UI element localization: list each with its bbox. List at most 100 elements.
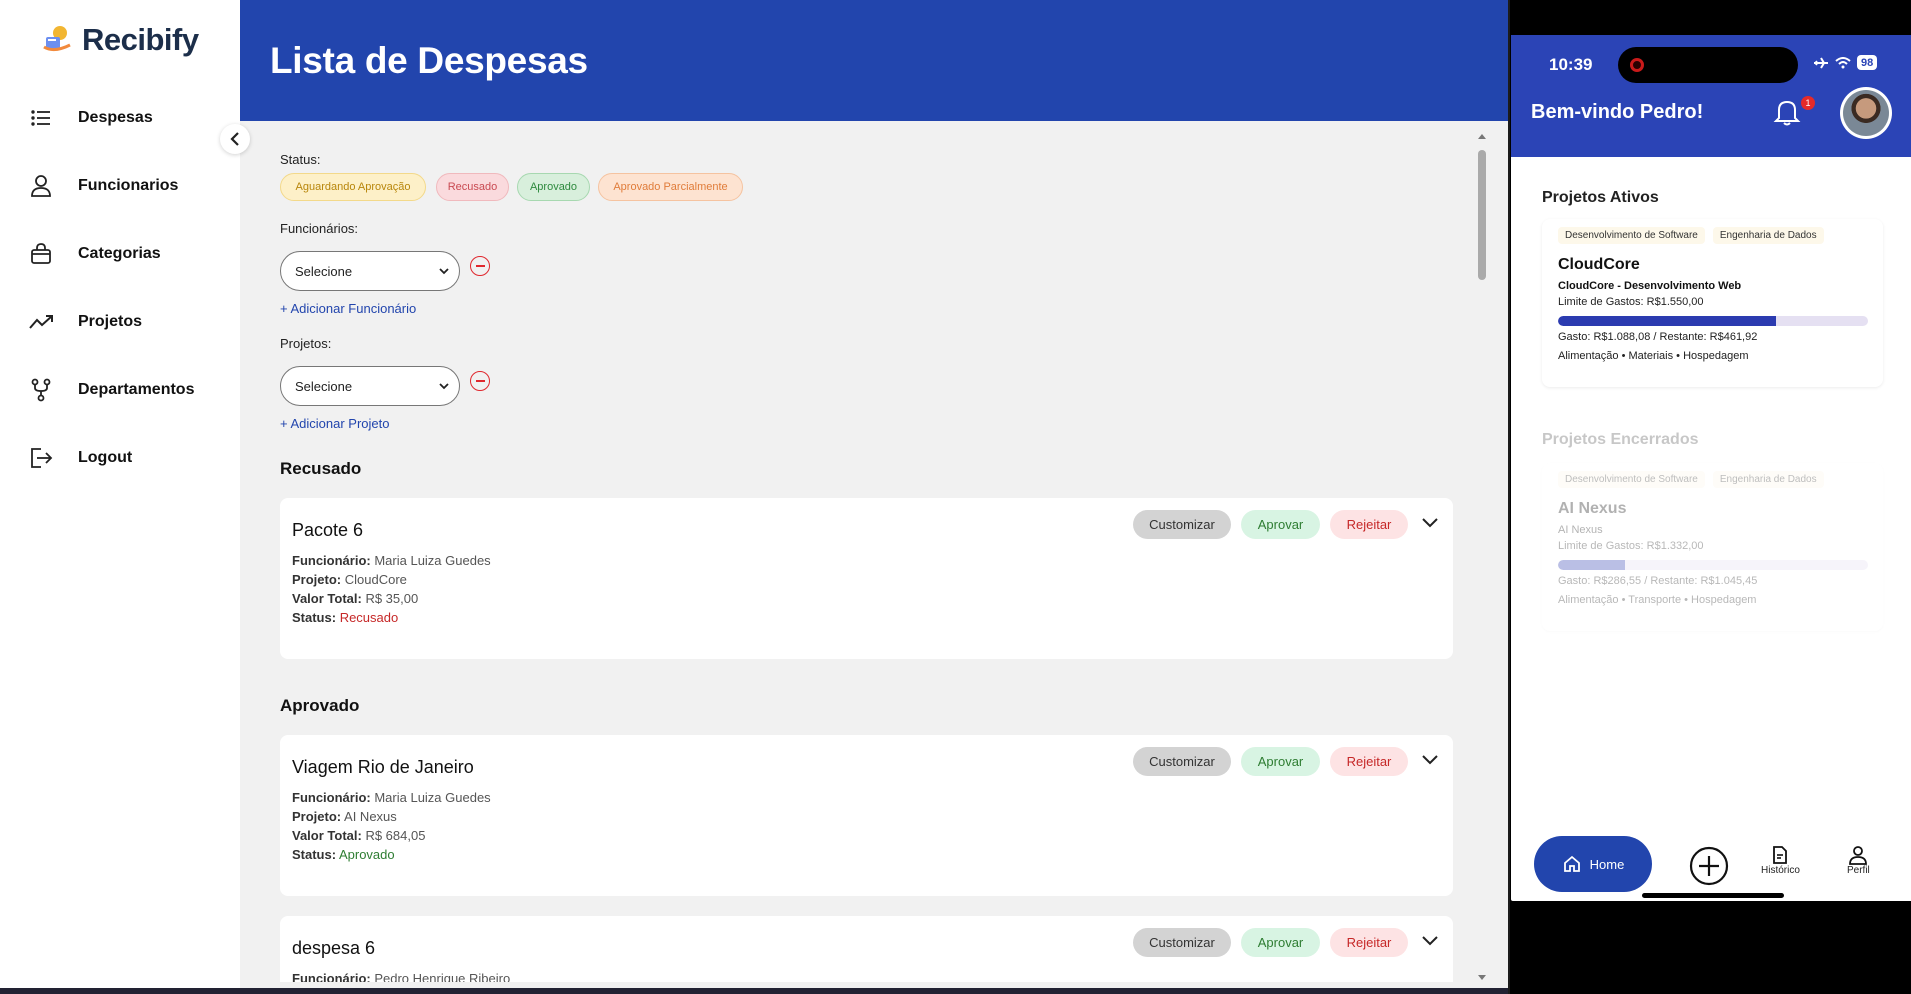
battery-icon: 98	[1857, 55, 1878, 70]
aprovar-button[interactable]: Aprovar	[1241, 747, 1320, 776]
budget-progress-bar	[1558, 316, 1868, 326]
nav-perfil-label: Perfil	[1847, 865, 1870, 876]
status-chip-aprovado[interactable]: Aprovado	[517, 173, 590, 201]
expense-status: Status: Aprovado	[292, 847, 395, 862]
expense-card: Pacote 6 Funcionário: Maria Luiza Guedes…	[280, 498, 1453, 659]
phone-frame: 10:39 98 Bem-vindo Pedro! 1 Projetos Ati…	[1510, 0, 1911, 994]
expense-funcionario: Funcionário: Pedro Henrique Ribeiro	[292, 971, 511, 982]
airplane-icon	[1814, 56, 1828, 69]
scroll-thumb[interactable]	[1478, 150, 1486, 280]
sidebar-item-funcionarios[interactable]: Funcionarios	[28, 152, 194, 220]
user-icon	[28, 173, 54, 199]
dynamic-island	[1618, 47, 1798, 83]
branch-icon	[28, 377, 54, 403]
project-tag: Engenharia de Dados	[1712, 227, 1824, 244]
chevron-left-icon	[230, 132, 239, 146]
projeto-select[interactable]: Selecione	[280, 366, 460, 406]
rejeitar-button[interactable]: Rejeitar	[1330, 747, 1408, 776]
expense-title: Pacote 6	[292, 520, 364, 540]
home-icon	[1563, 855, 1580, 872]
funcionario-select-value: Selecione	[295, 263, 353, 279]
expense-projeto: Projeto: CloudCore	[292, 572, 407, 587]
remove-funcionario-button[interactable]	[470, 256, 490, 276]
sidebar-item-despesas[interactable]: Despesas	[28, 84, 194, 152]
shopping-bag-icon	[28, 241, 54, 267]
logo: Recibify	[40, 22, 199, 58]
project-spent: Gasto: R$286,55 / Restante: R$1.045,45	[1558, 575, 1758, 587]
aprovar-button[interactable]: Aprovar	[1241, 928, 1320, 957]
notification-badge: 1	[1801, 96, 1815, 110]
nav-home[interactable]: Home	[1534, 836, 1652, 892]
rejeitar-button[interactable]: Rejeitar	[1330, 928, 1408, 957]
page-header: Lista de Despesas	[240, 0, 1508, 121]
status-value: Aprovado	[338, 847, 395, 862]
customizar-button[interactable]: Customizar	[1133, 747, 1231, 776]
expense-title: Viagem Rio de Janeiro	[292, 757, 474, 777]
project-limit: Limite de Gastos: R$1.332,00	[1558, 540, 1704, 552]
status-filter-label: Status:	[280, 152, 321, 167]
expense-funcionario: Funcionário: Maria Luiza Guedes	[292, 790, 491, 805]
nav-historico-label: Histórico	[1761, 865, 1800, 876]
budget-progress-bar	[1558, 560, 1868, 570]
add-projeto-link[interactable]: + Adicionar Projeto	[280, 416, 389, 431]
project-categories: Alimentação • Materiais • Hospedagem	[1558, 350, 1749, 362]
expense-valor: Valor Total: R$ 35,00	[292, 591, 419, 606]
section-title-aprovado: Aprovado	[280, 696, 360, 715]
sidebar-item-label: Departamentos	[78, 381, 195, 398]
sidebar-item-projetos[interactable]: Projetos	[28, 288, 194, 356]
chevron-down-icon[interactable]	[1420, 512, 1440, 532]
add-funcionario-link[interactable]: + Adicionar Funcionário	[280, 301, 416, 316]
sidebar-item-label: Categorias	[78, 245, 161, 262]
collapse-sidebar-button[interactable]	[220, 124, 250, 154]
project-tags: Desenvolvimento de Software Engenharia d…	[1558, 471, 1824, 488]
funcionario-select[interactable]: Selecione	[280, 251, 460, 291]
sidebar-item-departamentos[interactable]: Departamentos	[28, 356, 194, 424]
edit-document-icon	[1773, 846, 1788, 864]
avatar[interactable]	[1840, 87, 1892, 139]
customizar-button[interactable]: Customizar	[1133, 928, 1231, 957]
nav-historico[interactable]: Histórico	[1761, 845, 1800, 876]
chevron-down-icon[interactable]	[1420, 749, 1440, 769]
chevron-down-icon[interactable]	[1420, 930, 1440, 950]
remove-projeto-button[interactable]	[470, 371, 490, 391]
sidebar-item-categorias[interactable]: Categorias	[28, 220, 194, 288]
aprovar-button[interactable]: Aprovar	[1241, 510, 1320, 539]
closed-projects-title: Projetos Encerrados	[1542, 431, 1699, 448]
card-clip: despesa 6 Funcionário: Pedro Henrique Ri…	[240, 908, 1476, 982]
customizar-button[interactable]: Customizar	[1133, 510, 1231, 539]
projetos-filter-label: Projetos:	[280, 336, 332, 351]
sidebar-item-label: Funcionarios	[78, 177, 179, 194]
rejeitar-button[interactable]: Rejeitar	[1330, 510, 1408, 539]
expense-card: despesa 6 Funcionário: Pedro Henrique Ri…	[280, 916, 1453, 982]
avatar-image	[1843, 90, 1889, 136]
chevron-down-icon	[439, 382, 449, 389]
logout-icon	[28, 445, 54, 471]
scrollbar[interactable]	[1476, 132, 1488, 982]
budget-progress-fill	[1558, 560, 1625, 570]
project-card[interactable]: Desenvolvimento de Software Engenharia d…	[1542, 219, 1883, 387]
section-title-recusado: Recusado	[280, 459, 362, 478]
project-categories: Alimentação • Transporte • Hospedagem	[1558, 594, 1757, 606]
phone-header: 10:39 98 Bem-vindo Pedro! 1	[1511, 35, 1911, 157]
bell-icon[interactable]	[1773, 97, 1801, 127]
project-card[interactable]: Desenvolvimento de Software Engenharia d…	[1542, 463, 1883, 631]
project-spent: Gasto: R$1.088,08 / Restante: R$461,92	[1558, 331, 1758, 343]
budget-progress-fill	[1558, 316, 1776, 326]
bottom-nav: Home Histórico Perfil	[1511, 825, 1911, 901]
sidebar-item-logout[interactable]: Logout	[28, 424, 194, 492]
add-icon[interactable]	[1689, 846, 1729, 886]
nav-perfil[interactable]: Perfil	[1847, 845, 1870, 876]
sidebar-item-label: Despesas	[78, 109, 153, 126]
app-name: Recibify	[82, 22, 199, 57]
project-tag: Desenvolvimento de Software	[1558, 227, 1705, 244]
status-chip-aprovado-parcialmente[interactable]: Aprovado Parcialmente	[598, 173, 743, 201]
project-tags: Desenvolvimento de Software Engenharia d…	[1558, 227, 1824, 244]
scroll-down-icon[interactable]	[1476, 974, 1488, 982]
scroll-up-icon[interactable]	[1476, 132, 1488, 140]
project-subtitle: CloudCore - Desenvolvimento Web	[1558, 280, 1742, 292]
status-value: Recusado	[339, 610, 399, 625]
status-chip-aguardando[interactable]: Aguardando Aprovação	[280, 173, 426, 201]
status-chip-recusado[interactable]: Recusado	[436, 173, 509, 201]
sidebar-nav: Despesas Funcionarios Categorias Projeto…	[28, 84, 194, 492]
projeto-select-value: Selecione	[295, 378, 353, 394]
